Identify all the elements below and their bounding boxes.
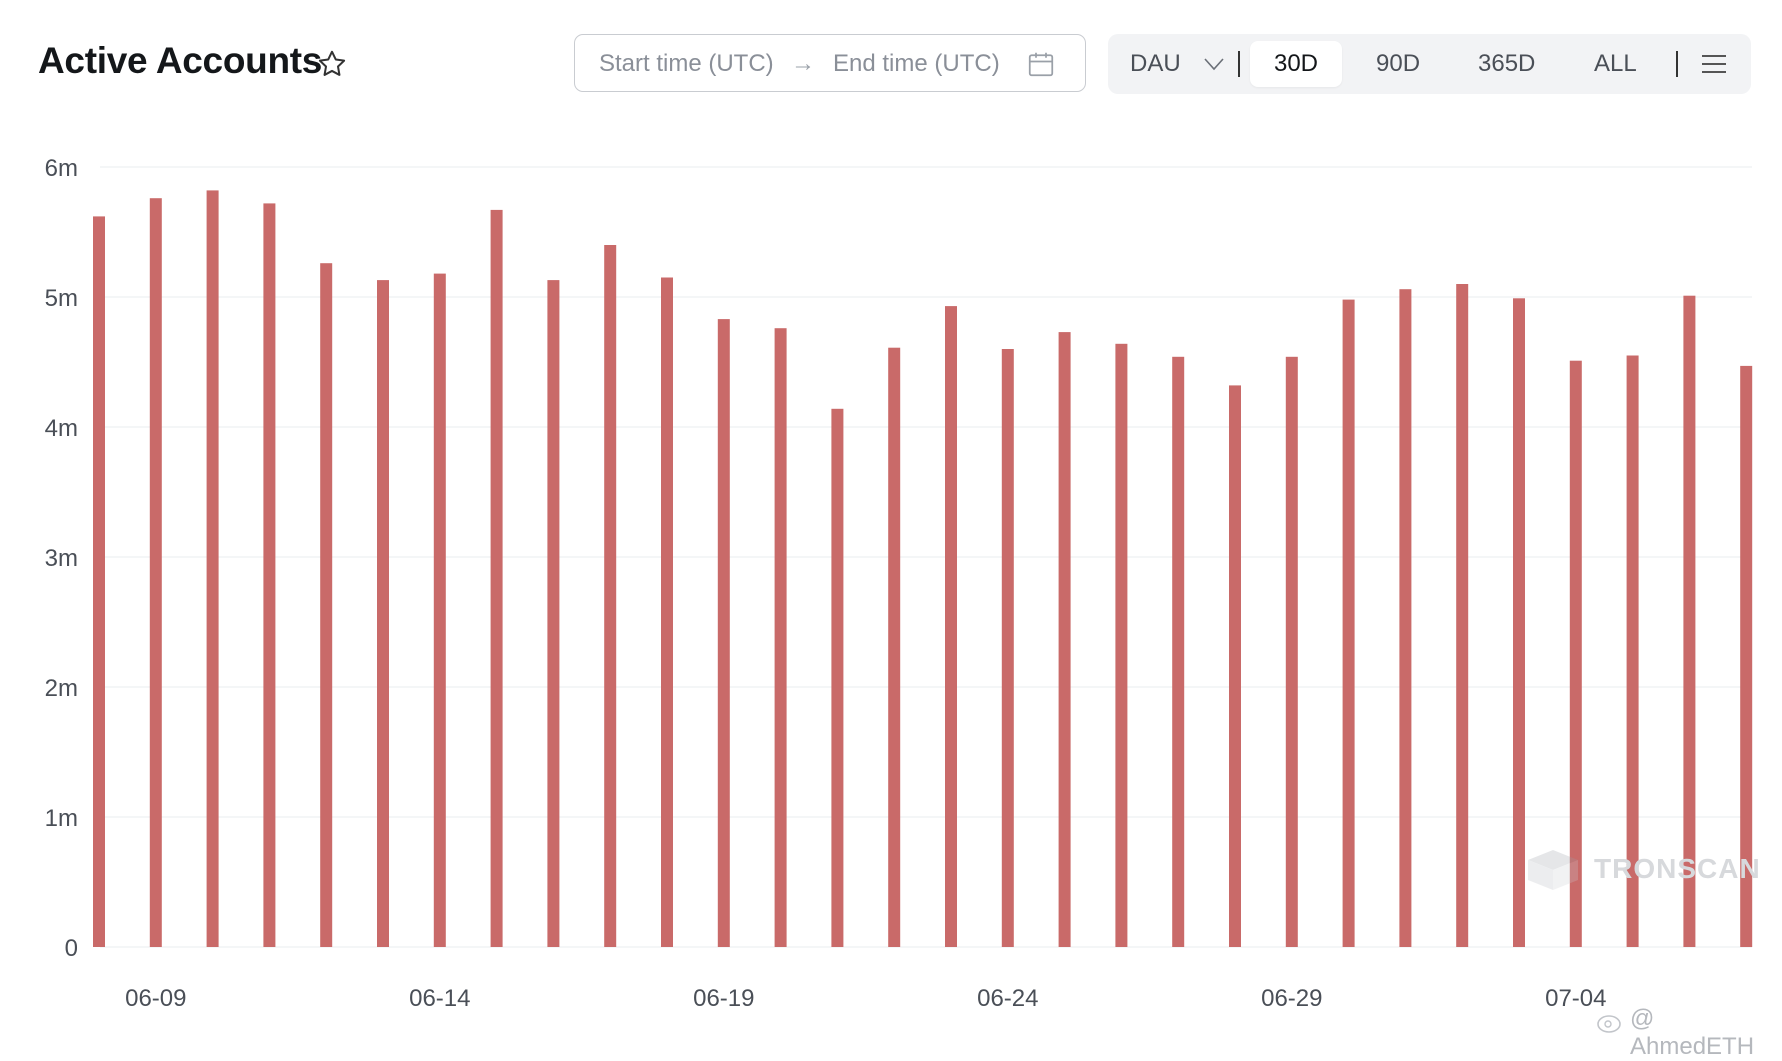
- bar: [1172, 356, 1185, 947]
- hamburger-menu-icon[interactable]: [1700, 52, 1728, 76]
- bar: [1342, 299, 1355, 948]
- bar: [1115, 343, 1128, 947]
- bar: [774, 328, 787, 947]
- author-credit: @ AhmedETH: [1630, 1005, 1755, 1060]
- bar: [717, 319, 730, 948]
- bar: [433, 273, 446, 948]
- y-tick-label: 6m: [45, 155, 78, 182]
- bar: [547, 280, 560, 948]
- chart-header: Active Accounts Start time (UTC) → End t…: [0, 0, 1782, 130]
- toolbar-divider: [1238, 51, 1240, 77]
- calendar-icon[interactable]: [1026, 49, 1056, 79]
- bar: [1456, 284, 1469, 947]
- y-tick-label: 0: [65, 935, 78, 962]
- y-tick-label: 5m: [45, 285, 78, 312]
- bar: [888, 347, 901, 947]
- bar: [1001, 349, 1014, 947]
- metric-select[interactable]: DAU: [1130, 34, 1181, 94]
- watermark-text: TRONSCAN: [1594, 853, 1761, 884]
- y-tick-label: 3m: [45, 545, 78, 572]
- x-tick-label: 06-14: [409, 985, 470, 1012]
- range-toolbar: DAU 30D 90D 365D ALL: [1108, 34, 1751, 94]
- x-tick-label: 06-09: [125, 985, 186, 1012]
- bar: [93, 216, 105, 947]
- bar: [1683, 295, 1696, 947]
- range-button-all[interactable]: ALL: [1594, 34, 1637, 94]
- star-outline-icon[interactable]: [316, 48, 348, 80]
- bar: [320, 263, 333, 947]
- bar-chart: 01m2m3m4m5m6m06-09 06-14 06-19 06-24 06-29 07…: [45, 155, 1753, 1012]
- bar: [490, 209, 503, 947]
- y-tick-label: 2m: [45, 675, 78, 702]
- x-tick-label: 06-24: [977, 985, 1038, 1012]
- tronscan-logo-icon: [1528, 850, 1578, 890]
- x-tick-label: 06-29: [1261, 985, 1322, 1012]
- date-range-picker[interactable]: Start time (UTC) → End time (UTC): [574, 34, 1086, 92]
- bar: [1399, 289, 1412, 947]
- start-time-input[interactable]: Start time (UTC): [599, 50, 774, 78]
- weibo-logo-icon: [1597, 1015, 1621, 1033]
- bar: [1058, 332, 1071, 948]
- bar: [206, 190, 219, 947]
- bar: [661, 277, 673, 947]
- bar: [1229, 385, 1241, 947]
- range-button-90d[interactable]: 90D: [1376, 34, 1420, 94]
- toolbar-divider: [1676, 51, 1678, 77]
- chevron-down-icon[interactable]: [1202, 54, 1226, 74]
- y-tick-label: 1m: [45, 805, 78, 832]
- arrow-right-icon: →: [791, 50, 815, 77]
- x-tick-label: 06-19: [693, 985, 754, 1012]
- bar: [149, 198, 162, 947]
- range-button-30d[interactable]: 30D: [1250, 41, 1342, 87]
- bar: [831, 408, 844, 947]
- bar: [263, 203, 276, 947]
- bar: [604, 245, 617, 947]
- bar: [945, 306, 957, 948]
- bar: [377, 280, 389, 948]
- range-button-365d[interactable]: 365D: [1478, 34, 1535, 94]
- y-tick-label: 4m: [45, 415, 78, 442]
- page-title: Active Accounts: [38, 40, 323, 81]
- bar: [1285, 356, 1298, 947]
- end-time-input[interactable]: End time (UTC): [833, 50, 1000, 78]
